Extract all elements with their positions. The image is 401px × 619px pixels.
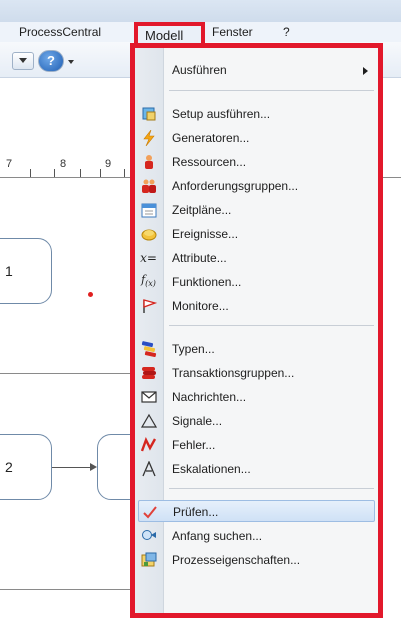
menu-item-label: Anfang suchen...: [172, 529, 263, 543]
arrowhead-icon: [90, 463, 97, 471]
submenu-arrow-icon: [363, 67, 368, 75]
menu-item-prozesseigenschaften[interactable]: Prozesseigenschaften...: [135, 549, 378, 571]
menu-item-label: Eskalationen...: [172, 462, 251, 476]
process-task[interactable]: 2: [0, 434, 52, 500]
menu-item-ressourcen[interactable]: Ressourcen...: [135, 151, 378, 173]
menu-processcentral[interactable]: ProcessCentral: [19, 25, 101, 39]
properties-icon: [140, 552, 157, 568]
menu-item-fehler[interactable]: Fehler...: [135, 434, 378, 456]
menu-item-pruefen[interactable]: Prüfen...: [138, 500, 375, 522]
menu-separator: [169, 90, 374, 91]
menu-separator: [169, 325, 374, 326]
menu-item-signale[interactable]: Signale...: [135, 410, 378, 432]
menu-item-label: Signale...: [172, 414, 223, 428]
menu-item-label: Attribute...: [172, 251, 227, 265]
menu-item-attribute[interactable]: x= Attribute...: [135, 247, 378, 269]
chevron-down-icon[interactable]: [68, 60, 74, 64]
envelope-icon: [140, 389, 157, 405]
find-start-icon: [140, 528, 157, 544]
process-task[interactable]: 1: [0, 238, 52, 304]
checkmark-icon: [141, 504, 158, 520]
ruler-tick: 9: [105, 158, 112, 170]
group-icon: [140, 178, 157, 194]
menu-item-generatoren[interactable]: Generatoren...: [135, 127, 378, 149]
menu-item-label: Transaktionsgruppen...: [172, 366, 295, 380]
menu-item-setup-ausfuehren[interactable]: Setup ausführen...: [135, 103, 378, 125]
menu-item-ausfuehren[interactable]: Ausführen: [135, 59, 378, 81]
menu-item-nachrichten[interactable]: Nachrichten...: [135, 386, 378, 408]
function-icon: f(x): [141, 272, 156, 289]
menu-item-anfang-suchen[interactable]: Anfang suchen...: [135, 525, 378, 547]
person-icon: [140, 154, 157, 170]
triangle-icon: [140, 413, 157, 429]
menu-item-label: Monitore...: [172, 299, 229, 313]
menu-fenster[interactable]: Fenster: [212, 25, 253, 39]
event-icon: [140, 226, 157, 242]
help-icon[interactable]: ?: [38, 50, 64, 72]
modell-dropdown-menu: Ausführen Setup ausführen... Generatoren…: [130, 43, 383, 618]
menu-item-label: Fehler...: [172, 438, 216, 452]
menu-modell-label: Modell: [145, 28, 184, 43]
menu-item-label: Prozesseigenschaften...: [172, 553, 301, 567]
setup-icon: [140, 106, 157, 122]
menu-item-label: Ausführen: [172, 63, 227, 77]
menu-help[interactable]: ?: [283, 25, 290, 39]
menu-item-label: Typen...: [172, 342, 215, 356]
toolbar-dropdown-button[interactable]: [12, 52, 34, 70]
menu-item-label: Zeitpläne...: [172, 203, 232, 217]
types-icon: [140, 341, 157, 357]
task-label: 2: [5, 459, 13, 475]
menu-item-anforderungsgruppen[interactable]: Anforderungsgruppen...: [135, 175, 378, 197]
menu-item-label: Ereignisse...: [172, 227, 239, 241]
menu-item-transaktionsgruppen[interactable]: Transaktionsgruppen...: [135, 362, 378, 384]
transaction-icon: [140, 365, 157, 381]
menu-item-eskalationen[interactable]: Eskalationen...: [135, 458, 378, 480]
menu-item-zeitplaene[interactable]: Zeitpläne...: [135, 199, 378, 221]
menu-item-funktionen[interactable]: f(x) Funktionen...: [135, 271, 378, 293]
sequence-flow: [52, 467, 94, 468]
menu-item-ereignisse[interactable]: Ereignisse...: [135, 223, 378, 245]
menu-item-label: Ressourcen...: [172, 155, 247, 169]
window-titlebar: [0, 0, 401, 22]
swimlane-divider: [0, 373, 130, 374]
menu-item-label: Funktionen...: [172, 275, 242, 289]
menu-item-typen[interactable]: Typen...: [135, 338, 378, 360]
chevron-down-icon: [19, 58, 27, 63]
ruler-tick: 7: [6, 158, 13, 170]
swimlane-divider: [0, 589, 130, 590]
lightning-icon: [140, 130, 157, 146]
flag-icon: [140, 298, 157, 314]
connection-point: [88, 292, 93, 297]
task-label: 1: [5, 263, 13, 279]
menu-item-label: Generatoren...: [172, 131, 250, 145]
ruler-tick: 8: [60, 158, 67, 170]
menu-item-monitore[interactable]: Monitore...: [135, 295, 378, 317]
variable-icon: x=: [140, 251, 157, 265]
calendar-icon: [140, 202, 157, 218]
menu-item-label: Prüfen...: [173, 505, 219, 519]
escalation-icon: [140, 461, 157, 477]
menu-item-label: Anforderungsgruppen...: [172, 179, 299, 193]
menu-item-label: Setup ausführen...: [172, 107, 271, 121]
error-bolt-icon: [140, 437, 157, 453]
menu-item-label: Nachrichten...: [172, 390, 247, 404]
menu-separator: [169, 488, 374, 489]
